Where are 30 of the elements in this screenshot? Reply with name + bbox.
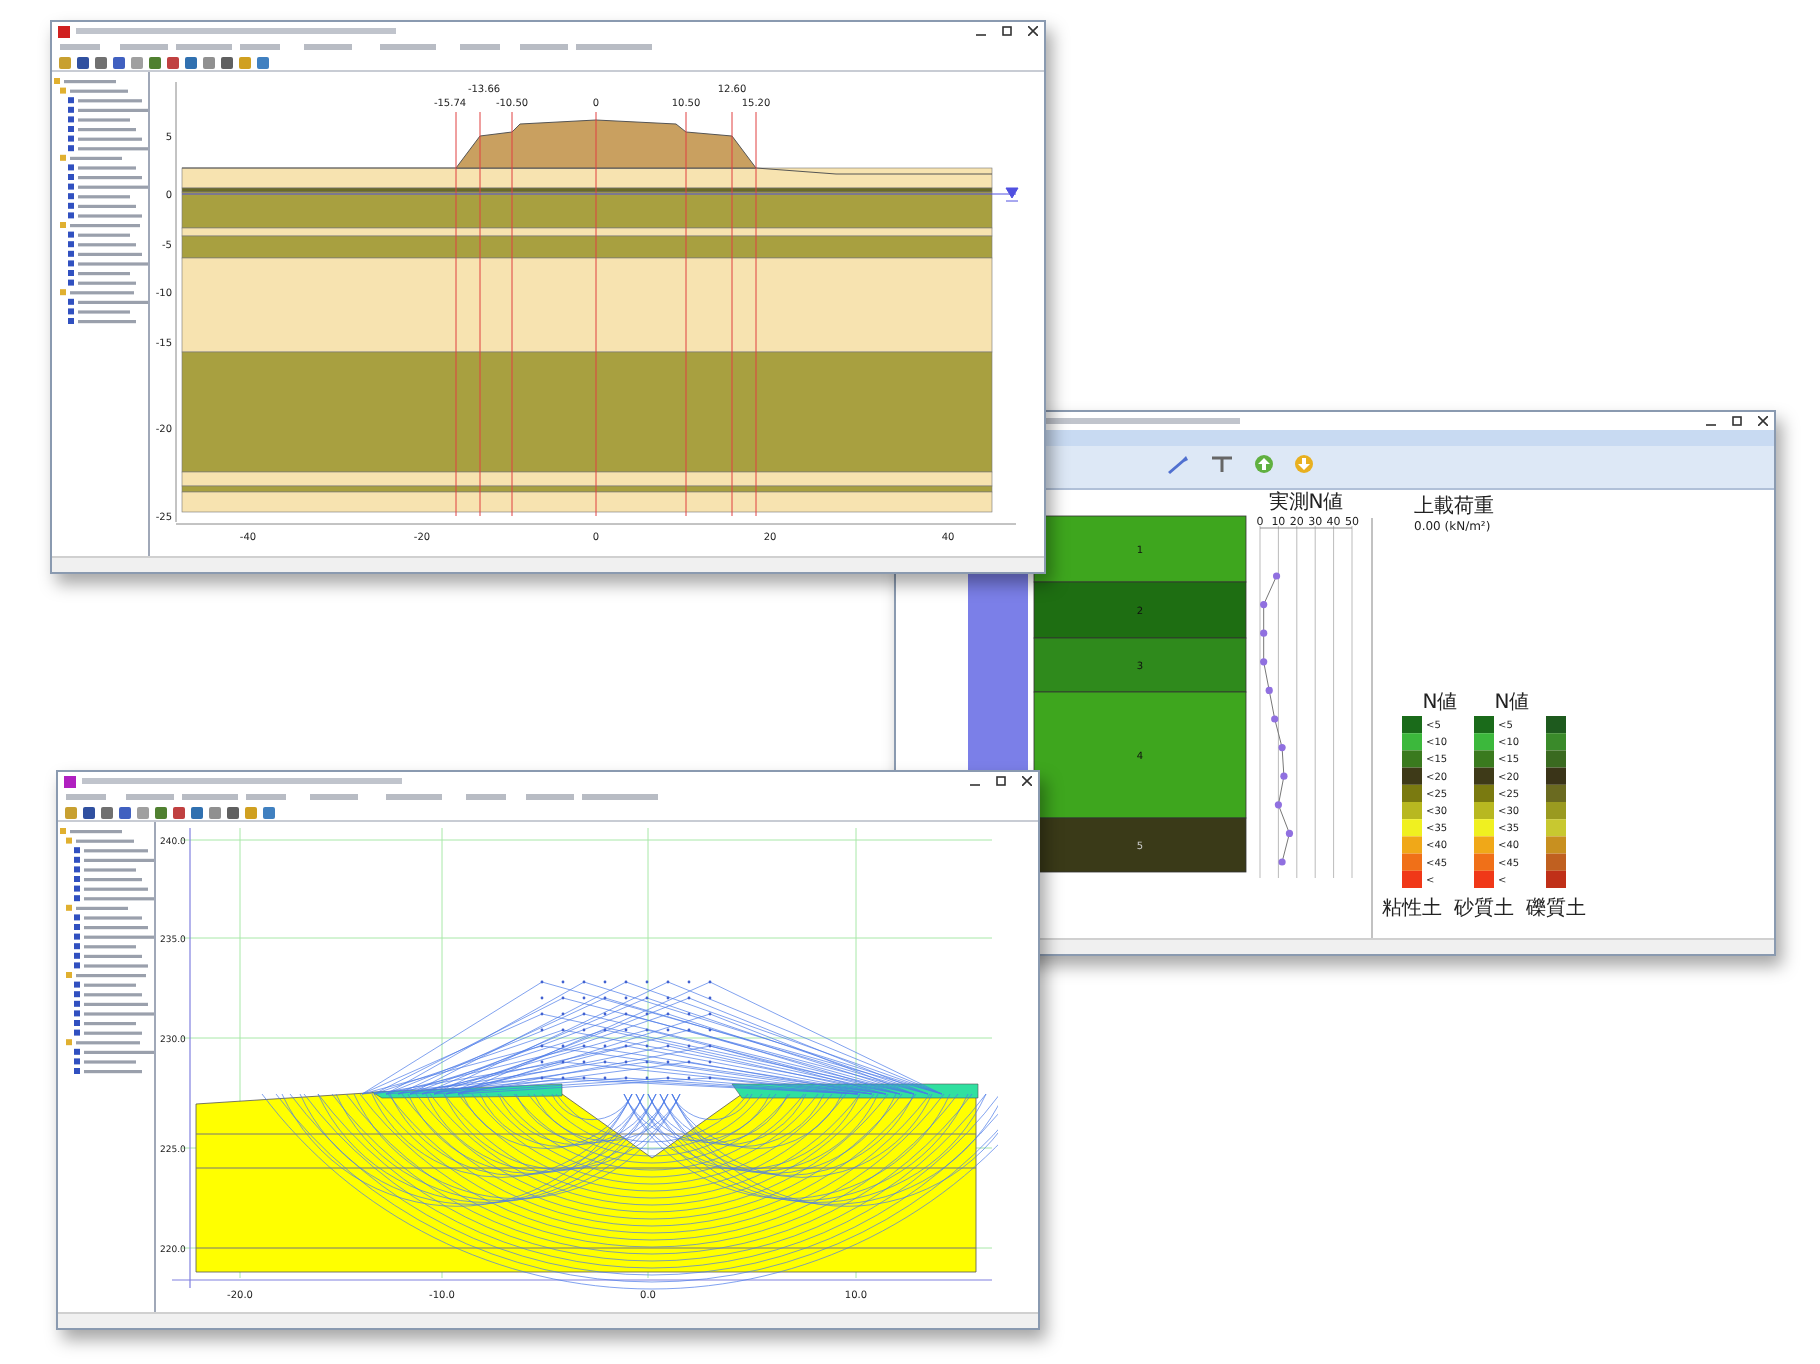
maximize-icon[interactable] [1002, 26, 1012, 36]
data-point [1285, 829, 1294, 837]
water-level-icon [1005, 187, 1019, 202]
soil-type-label: 粘性土 [1382, 898, 1442, 920]
close-icon[interactable] [1758, 416, 1768, 426]
load-title: 上載荷重 [1414, 496, 1494, 518]
data-point [1271, 715, 1279, 723]
close-icon[interactable] [1022, 776, 1032, 786]
legend-header: N値 [1422, 692, 1458, 714]
data-point [1278, 744, 1286, 752]
data-point [1272, 572, 1281, 580]
app-icon [64, 775, 76, 787]
soil-type-label: 礫質土 [1526, 898, 1586, 920]
data-point [1274, 801, 1282, 809]
data-point [1280, 772, 1288, 780]
data-point [1260, 658, 1268, 666]
maximize-icon[interactable] [1732, 416, 1742, 426]
soil-type-label: 砂質土 [1454, 898, 1514, 920]
chart-title: 実測N値 [1268, 492, 1344, 514]
app-icon [58, 25, 70, 37]
maximize-icon[interactable] [996, 776, 1006, 786]
data-point [1278, 858, 1286, 866]
legend-header: N値 [1494, 692, 1530, 714]
arrow-up-icon[interactable] [1254, 454, 1274, 474]
data-point [1260, 629, 1268, 637]
tool-icon[interactable] [1210, 454, 1234, 474]
data-point [1265, 686, 1273, 694]
x-axis-line [1259, 527, 1353, 529]
close-icon[interactable] [1028, 26, 1038, 36]
data-point [1260, 601, 1268, 609]
